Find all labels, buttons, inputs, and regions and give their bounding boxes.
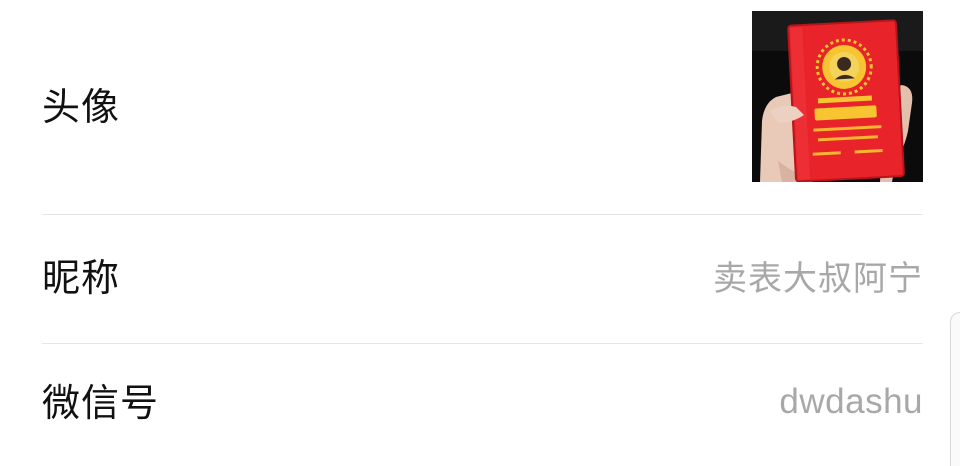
avatar[interactable] [752,10,923,182]
avatar-label: 头像 [42,85,121,129]
screen-edge-handle [950,312,960,466]
profile-settings-list: 头像 昵称 卖表大叔阿宁 微信号 dwdashu [0,0,960,466]
wechat-id-value: dwdashu [779,381,923,421]
wechat-id-row[interactable]: 微信号 dwdashu [42,344,923,466]
wechat-id-label: 微信号 [42,380,160,425]
avatar-row[interactable]: 头像 [42,0,923,214]
nickname-row[interactable]: 昵称 卖表大叔阿宁 [42,215,923,343]
nickname-value: 卖表大叔阿宁 [713,259,923,299]
nickname-label: 昵称 [42,255,121,300]
